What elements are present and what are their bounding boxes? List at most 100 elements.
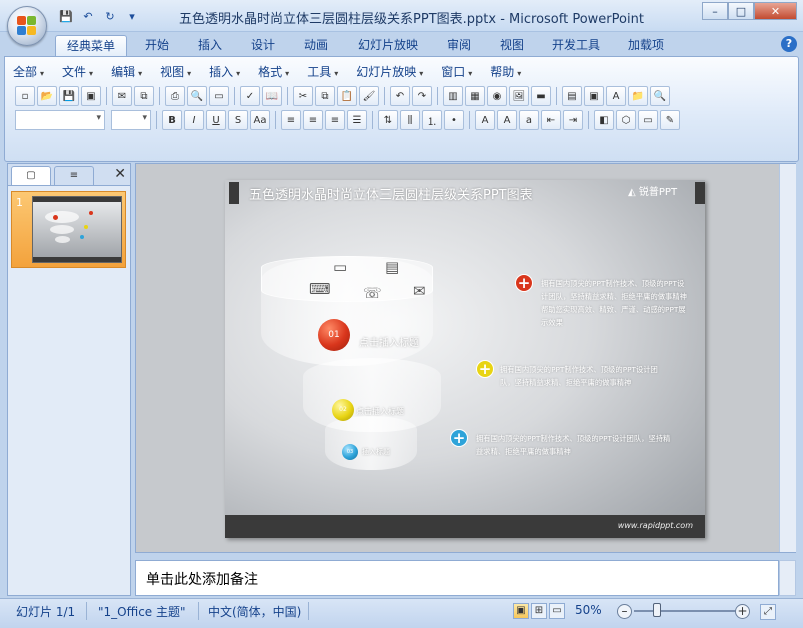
columns-icon[interactable]: ⫼ — [400, 110, 420, 130]
paste-icon[interactable]: 📋 — [337, 86, 357, 106]
open-icon[interactable]: 📂 — [37, 86, 57, 106]
slide-title[interactable]: 五色透明水晶时尚立体三层圆柱层级关系PPT图表 — [249, 184, 533, 203]
save-icon[interactable]: 💾 — [59, 86, 79, 106]
tier-label[interactable]: 点击插入标题 — [359, 334, 419, 349]
help-icon[interactable]: ? — [781, 36, 797, 52]
menu-file[interactable]: 文件 ▾ — [62, 63, 93, 81]
slide-layout-icon[interactable]: ▣ — [584, 86, 604, 106]
tab-animation[interactable]: 动画 — [292, 35, 340, 56]
copy-icon[interactable]: ⧉ — [315, 86, 335, 106]
layout-icon[interactable]: ▬ — [531, 86, 551, 106]
align-center-icon[interactable]: ≡ — [303, 110, 323, 130]
slide-thumbnail-selected[interactable]: 1 — [11, 191, 126, 268]
description-text[interactable]: 拥有国内顶尖的PPT制作技术、顶级的PPT设计团队，坚持精益求精、拒绝平庸的做事… — [500, 363, 670, 389]
tab-slideshow[interactable]: 幻灯片放映 — [346, 35, 430, 56]
menu-window[interactable]: 窗口 ▾ — [441, 63, 472, 81]
funnel-tier-3[interactable] — [325, 416, 417, 470]
numbering-icon[interactable]: ⒈ — [422, 110, 442, 130]
tab-home[interactable]: 开始 — [133, 35, 181, 56]
tab-classic-menu[interactable]: 经典菜单 — [55, 35, 127, 56]
shape-fill-icon[interactable]: ▭ — [638, 110, 658, 130]
print-preview-icon[interactable]: 🔍 — [187, 86, 207, 106]
close-pane-icon[interactable]: ✕ — [114, 166, 126, 182]
cut-icon[interactable]: ✂ — [293, 86, 313, 106]
italic-icon[interactable]: I — [184, 110, 204, 130]
tab-addins[interactable]: 加载项 — [616, 35, 676, 56]
picture-icon[interactable]: 🖼 — [509, 86, 529, 106]
slides-tab[interactable]: ▢ — [11, 166, 51, 185]
menu-insert[interactable]: 插入 ▾ — [209, 63, 240, 81]
chart-icon[interactable]: ▥ — [443, 86, 463, 106]
spelling-icon[interactable]: ✓ — [240, 86, 260, 106]
tab-insert[interactable]: 插入 — [186, 35, 234, 56]
notes-pane[interactable]: 单击此处添加备注 — [135, 560, 779, 596]
maximize-button[interactable]: □ — [728, 2, 754, 20]
print-icon[interactable]: ⎙ — [165, 86, 185, 106]
notes-scrollbar[interactable] — [779, 560, 796, 596]
tab-design[interactable]: 设计 — [239, 35, 287, 56]
arrange-icon[interactable]: ◧ — [594, 110, 614, 130]
increase-indent-icon[interactable]: ⇥ — [563, 110, 583, 130]
font-name-combo[interactable] — [15, 110, 105, 130]
new-slide-icon[interactable]: ▤ — [562, 86, 582, 106]
decrease-font-icon[interactable]: a — [519, 110, 539, 130]
slide-sorter-icon[interactable]: ⊞ — [531, 603, 547, 619]
menu-view[interactable]: 视图 ▾ — [160, 63, 191, 81]
underline-icon[interactable]: U — [206, 110, 226, 130]
font-color-icon[interactable]: A — [475, 110, 495, 130]
tab-view[interactable]: 视图 — [488, 35, 536, 56]
fit-to-window-icon[interactable]: ⤢ — [760, 604, 776, 620]
increase-font-icon[interactable]: A — [497, 110, 517, 130]
folder-icon[interactable]: 📁 — [628, 86, 648, 106]
zoom-slider-thumb[interactable] — [653, 603, 661, 617]
bullets-icon[interactable]: • — [444, 110, 464, 130]
slide-icon[interactable]: ▭ — [209, 86, 229, 106]
menu-format[interactable]: 格式 ▾ — [258, 63, 289, 81]
new-icon[interactable]: ▫ — [15, 86, 35, 106]
permission-icon[interactable]: ▣ — [81, 86, 101, 106]
decrease-indent-icon[interactable]: ⇤ — [541, 110, 561, 130]
undo-icon[interactable]: ↶ — [390, 86, 410, 106]
email-icon[interactable]: ✉ — [112, 86, 132, 106]
shape-outline-icon[interactable]: ✎ — [660, 110, 680, 130]
textbox-icon[interactable]: A — [606, 86, 626, 106]
justify-icon[interactable]: ☰ — [347, 110, 367, 130]
outline-tab[interactable]: ≡ — [54, 166, 94, 185]
tab-review[interactable]: 审阅 — [435, 35, 483, 56]
tab-developer[interactable]: 开发工具 — [541, 35, 611, 56]
table-icon[interactable]: ▦ — [465, 86, 485, 106]
smartart-icon[interactable]: ◉ — [487, 86, 507, 106]
shadow-icon[interactable]: S — [228, 110, 248, 130]
slide[interactable]: 五色透明水晶时尚立体三层圆柱层级关系PPT图表 ◭ 锐普PPT ▭ ▤ ⌨ ☏ … — [225, 180, 705, 538]
change-case-icon[interactable]: Aa — [250, 110, 270, 130]
menu-slideshow[interactable]: 幻灯片放映 ▾ — [356, 63, 423, 81]
tier-label[interactable]: 插入标题 — [362, 447, 390, 457]
vertical-scrollbar[interactable] — [779, 164, 796, 552]
description-text[interactable]: 拥有国内顶尖的PPT制作技术、顶级的PPT设计团队，坚持精益求精、拒绝平庸的做事… — [476, 432, 672, 458]
zoom-level[interactable]: 50% — [575, 603, 602, 617]
font-size-combo[interactable] — [111, 110, 151, 130]
bold-icon[interactable]: B — [162, 110, 182, 130]
zoom-out-icon[interactable]: – — [617, 604, 632, 619]
menu-edit[interactable]: 编辑 ▾ — [111, 63, 142, 81]
minimize-button[interactable]: – — [702, 2, 728, 20]
slideshow-view-icon[interactable]: ▭ — [549, 603, 565, 619]
menu-all[interactable]: 全部 ▾ — [13, 63, 44, 81]
description-text[interactable]: 拥有国内顶尖的PPT制作技术、顶级的PPT设计团队，坚持精益求精、拒绝平庸的做事… — [541, 277, 689, 329]
menu-tools[interactable]: 工具 ▾ — [307, 63, 338, 81]
office-button[interactable] — [7, 6, 47, 46]
tier-label[interactable]: 点击插入标题 — [356, 406, 404, 417]
text-direction-icon[interactable]: ⇅ — [378, 110, 398, 130]
zoom-slider-track[interactable] — [634, 610, 736, 612]
normal-view-icon[interactable]: ▣ — [513, 603, 529, 619]
shapes-icon[interactable]: ⬡ — [616, 110, 636, 130]
zoom-icon[interactable]: 🔍 — [650, 86, 670, 106]
align-right-icon[interactable]: ≡ — [325, 110, 345, 130]
zoom-in-icon[interactable]: + — [735, 604, 750, 619]
menu-help[interactable]: 帮助 ▾ — [490, 63, 521, 81]
publish-icon[interactable]: ⧉ — [134, 86, 154, 106]
language-indicator[interactable]: 中文(简体，中国) — [208, 603, 301, 620]
format-painter-icon[interactable]: 🖌 — [359, 86, 379, 106]
redo-icon[interactable]: ↷ — [412, 86, 432, 106]
align-left-icon[interactable]: ≡ — [281, 110, 301, 130]
